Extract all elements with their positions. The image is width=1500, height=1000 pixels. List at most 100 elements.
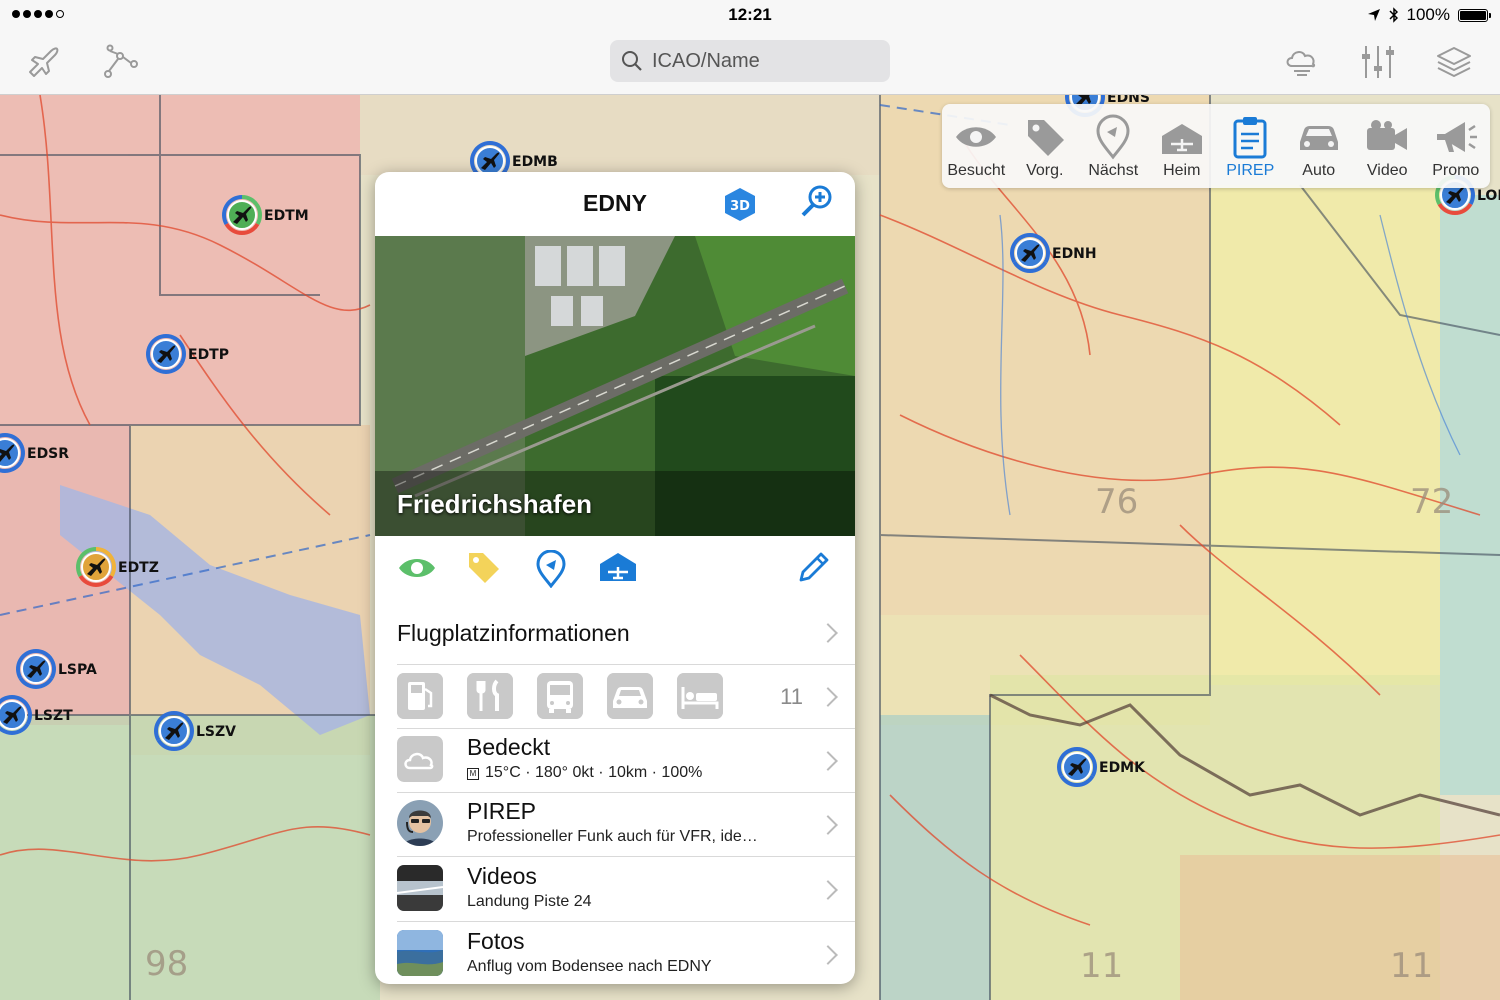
toolbar-label: Video: [1366, 162, 1408, 179]
search-icon: [622, 51, 642, 71]
hangar-icon[interactable]: [598, 550, 638, 584]
chevron-right-icon: [818, 687, 838, 707]
airport-satellite-image[interactable]: Friedrichshafen: [375, 236, 855, 536]
bus-icon: [537, 673, 583, 719]
videos-detail: Landung Piste 24: [467, 893, 592, 910]
airport-popover: EDNY 3D Friedrichshafen Flugplatzinforma…: [375, 172, 855, 984]
photo-thumbnail: [397, 930, 443, 976]
toolbar-item-video[interactable]: Video: [1353, 104, 1422, 188]
battery-level: [1460, 10, 1486, 20]
svg-text:76: 76: [1095, 482, 1138, 522]
airport-code-label: LSPA: [58, 662, 97, 678]
toolbar-item-car[interactable]: Auto: [1285, 104, 1354, 188]
video-thumbnail: [397, 865, 443, 911]
search-input[interactable]: [650, 48, 874, 74]
toolbar-label: Besucht: [947, 162, 1006, 179]
location-arrow-icon: [1367, 9, 1380, 21]
airport-info-label: Flugplatzinformationen: [397, 620, 630, 646]
layers-icon[interactable]: [1434, 42, 1474, 82]
battery-icon: [1458, 8, 1491, 22]
search-box[interactable]: [610, 40, 890, 82]
battery-percent: 100%: [1406, 5, 1450, 24]
facilities-row[interactable]: 11: [397, 664, 855, 729]
pirep-title: PIREP: [467, 798, 537, 824]
toolbar-item-nearest[interactable]: Nächst: [1079, 104, 1148, 188]
chevron-right-icon: [818, 751, 838, 771]
status-bar: 12:21 100%: [0, 0, 1500, 30]
popover-header: EDNY 3D: [375, 172, 855, 236]
toolbar-item-home[interactable]: Heim: [1148, 104, 1217, 188]
nav-bar: [0, 30, 1500, 95]
toolbar-item-visited[interactable]: Besucht: [942, 104, 1011, 188]
airport-code-label: EDSR: [27, 446, 69, 462]
video-camera-icon: [1367, 120, 1408, 150]
videos-row[interactable]: Videos Landung Piste 24: [397, 857, 855, 922]
hotel-bed-icon: [677, 673, 723, 719]
toolbar-label: Heim: [1163, 162, 1201, 179]
zoom-in-icon[interactable]: [800, 184, 834, 218]
cloud-icon: [397, 736, 443, 782]
weather-detail: M 15°C · 180° 0kt · 10km · 100%: [467, 764, 702, 782]
chevron-right-icon: [818, 623, 838, 643]
weather-detail-text: 15°C · 180° 0kt · 10km · 100%: [485, 764, 703, 781]
toolbar-label: Promo: [1432, 162, 1480, 179]
tag-icon: [1027, 120, 1064, 156]
toolbar-item-pirep[interactable]: PIREP: [1216, 104, 1285, 188]
airport-code-label: LOIR: [1477, 188, 1500, 204]
toolbar-label: Nächst: [1088, 162, 1139, 179]
weather-cloud-icon[interactable]: [1282, 42, 1322, 82]
airport-code-label: EDTM: [264, 208, 309, 224]
eye-icon[interactable]: [397, 550, 437, 586]
facilities-count: 11: [780, 684, 803, 709]
restaurant-icon: [467, 673, 513, 719]
car-icon: [607, 673, 653, 719]
pirep-detail: Professioneller Funk auch für VFR, ide…: [467, 828, 758, 845]
svg-text:11: 11: [1390, 946, 1433, 986]
route-icon[interactable]: [100, 42, 140, 82]
toolbar-label: PIREP: [1226, 162, 1275, 179]
metar-icon: M: [467, 768, 479, 780]
toolbar-label: Auto: [1302, 162, 1336, 179]
edit-pencil-icon[interactable]: [795, 550, 831, 586]
svg-text:98: 98: [145, 944, 188, 984]
svg-text:72: 72: [1410, 482, 1453, 522]
bluetooth-icon: [1388, 7, 1398, 23]
weather-title: Bedeckt: [467, 734, 551, 760]
clipboard-icon: [1233, 117, 1267, 159]
airport-code-label: EDMK: [1099, 760, 1146, 776]
airport-code-label: EDMB: [512, 154, 558, 170]
pilot-avatar: [397, 800, 443, 846]
location-pin-icon[interactable]: [535, 550, 567, 588]
toolbar-item-planned[interactable]: Vorg.: [1011, 104, 1080, 188]
svg-text:3D: 3D: [730, 199, 750, 214]
chevron-right-icon: [818, 880, 838, 900]
eye-icon: [956, 127, 997, 147]
photos-title: Fotos: [467, 928, 525, 954]
toolbar-label: Vorg.: [1026, 162, 1064, 179]
tag-icon[interactable]: [466, 550, 502, 586]
airport-info-row[interactable]: Flugplatzinformationen: [397, 600, 855, 665]
hangar-icon: [1161, 124, 1202, 154]
airplane-icon[interactable]: [24, 42, 64, 82]
fuel-icon: [397, 673, 443, 719]
megaphone-icon: [1436, 122, 1477, 152]
view-3d-icon[interactable]: 3D: [722, 186, 758, 222]
map-action-toolbar: Besucht Vorg. Nächst Heim PIREP Auto Vid…: [942, 104, 1490, 188]
chevron-right-icon: [818, 815, 838, 835]
svg-text:11: 11: [1080, 946, 1123, 986]
location-pin-icon: [1096, 114, 1130, 160]
airport-code-label: EDNH: [1052, 246, 1097, 262]
airport-status-actions: [375, 536, 855, 600]
airport-name: Friedrichshafen: [397, 489, 593, 519]
photos-row[interactable]: Fotos Anflug vom Bodensee nach EDNY: [397, 922, 855, 984]
chevron-right-icon: [818, 945, 838, 965]
car-icon: [1299, 126, 1338, 150]
pirep-row[interactable]: PIREP Professioneller Funk auch für VFR,…: [397, 792, 855, 857]
toolbar-item-promo[interactable]: Promo: [1422, 104, 1491, 188]
airport-code-label: LSZT: [34, 708, 73, 724]
sliders-icon[interactable]: [1358, 42, 1398, 82]
videos-title: Videos: [467, 863, 537, 889]
airport-code-label: LSZV: [196, 724, 236, 740]
weather-row[interactable]: Bedeckt M 15°C · 180° 0kt · 10km · 100%: [397, 728, 855, 793]
airport-code-label: EDTZ: [118, 560, 159, 576]
